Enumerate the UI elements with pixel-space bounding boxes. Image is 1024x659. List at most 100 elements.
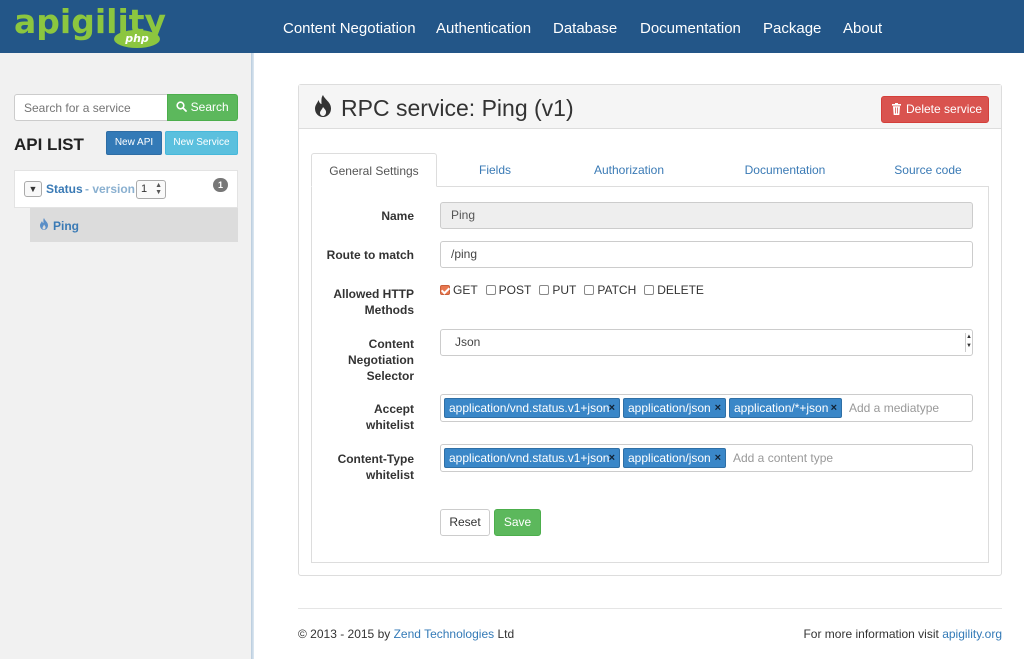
remove-tag-icon[interactable]: × [609, 449, 615, 467]
tag-label: application/json [628, 451, 711, 465]
remove-tag-icon[interactable]: × [831, 399, 837, 417]
tabs: General Settings Fields Authorization Do… [311, 153, 989, 563]
remove-tag-icon[interactable]: × [715, 449, 721, 467]
version-select[interactable]: 1 ▲ ▼ [136, 180, 166, 199]
tag-label: application/vnd.status.v1+json [449, 451, 610, 465]
sidebar: Search API LIST New API New Service ▼ St… [0, 53, 254, 659]
tab-general-settings[interactable]: General Settings [311, 153, 437, 187]
post-label: POST [498, 283, 532, 297]
apigility-logo[interactable]: apigility php [14, 2, 166, 50]
select-arrows-icon: ▲ ▼ [965, 333, 972, 352]
api-name[interactable]: Status [46, 182, 83, 196]
post-checkbox[interactable] [485, 285, 496, 295]
content-type-tag: application/vnd.status.v1+json × [444, 448, 620, 468]
nav-about[interactable]: About [843, 0, 882, 53]
accept-label-line2: whitelist [365, 418, 414, 432]
put-checkbox[interactable] [539, 285, 550, 295]
select-arrows-icon: ▲ ▼ [155, 182, 162, 196]
tag-label: application/json [628, 401, 711, 415]
copyright-suffix: Ltd [497, 627, 515, 641]
save-button[interactable]: Save [494, 509, 541, 536]
new-service-button[interactable]: New Service [165, 131, 238, 155]
tab-authorization[interactable]: Authorization [559, 153, 699, 187]
tab-source-code[interactable]: Source code [879, 153, 977, 187]
service-name: Ping [53, 219, 79, 233]
remove-tag-icon[interactable]: × [715, 399, 721, 417]
accept-label-line1: Accept [373, 402, 414, 416]
tab-documentation[interactable]: Documentation [711, 153, 859, 187]
top-navbar: apigility php Content Negotiation Authen… [0, 0, 1024, 53]
selector-label-line1: Content [368, 337, 414, 351]
content-type-label-line2: whitelist [365, 468, 414, 482]
reset-button[interactable]: Reset [440, 509, 490, 536]
footer-divider [298, 608, 1002, 609]
delete-checkbox[interactable] [644, 285, 655, 295]
accept-whitelist-input[interactable]: application/vnd.status.v1+json × applica… [440, 394, 973, 422]
api-list-title: API LIST [14, 135, 84, 154]
search-icon [176, 101, 188, 112]
search-button-label: Search [190, 100, 229, 114]
methods-label-line2: Methods [364, 303, 414, 317]
panel-header: RPC service: Ping (v1) Delete service [299, 85, 1001, 129]
api-version-label: - version [85, 182, 136, 196]
search-button[interactable]: Search [167, 94, 238, 121]
general-settings-form: Name Ping Route to match /ping Allowed H… [311, 186, 989, 563]
selector-label: Content Negotiation Selector [348, 336, 414, 384]
methods-label-line1: Allowed HTTP [333, 287, 414, 301]
accept-label: Accept whitelist [366, 401, 414, 433]
get-label: GET [453, 283, 478, 297]
fire-icon [315, 95, 331, 117]
methods-label: Allowed HTTP Methods [333, 286, 414, 318]
nav-package[interactable]: Package [763, 0, 821, 53]
delete-button-label: Delete service [906, 102, 983, 116]
content-type-label: Content-Type whitelist [338, 451, 414, 483]
delete-service-button[interactable]: Delete service [881, 96, 989, 123]
search-service-input[interactable] [14, 94, 168, 121]
remove-tag-icon[interactable]: × [609, 399, 615, 417]
patch-label: PATCH [597, 283, 637, 297]
put-label: PUT [552, 283, 577, 297]
name-field: Ping [440, 202, 973, 229]
version-select-value: 1 [141, 183, 148, 195]
http-methods: GET POST PUT PATCH DELETE [440, 283, 712, 299]
route-field[interactable]: /ping [440, 241, 973, 268]
logo-badge: php [114, 30, 160, 48]
service-panel: RPC service: Ping (v1) Delete service Ge… [298, 84, 1002, 576]
accept-placeholder: Add a mediatype [849, 401, 940, 415]
api-list-item: ▼ Status - version 1 ▲ ▼ 1 [14, 170, 238, 208]
nav-content-negotiation[interactable]: Content Negotiation [283, 0, 416, 53]
new-api-button[interactable]: New API [106, 131, 162, 155]
footer-info: For more information visit apigility.org [803, 627, 1002, 641]
info-text: For more information visit [803, 627, 939, 641]
tab-fields[interactable]: Fields [441, 153, 549, 187]
service-list-item-ping[interactable]: Ping [30, 208, 238, 242]
nav-authentication[interactable]: Authentication [436, 0, 531, 53]
nav-database[interactable]: Database [553, 0, 617, 53]
selector-select[interactable]: Json ▲ ▼ [440, 329, 973, 356]
content-type-label-line1: Content-Type [337, 452, 414, 466]
zend-link[interactable]: Zend Technologies [394, 627, 495, 641]
footer-copyright: © 2013 - 2015 by Zend Technologies Ltd [298, 627, 514, 641]
fire-icon [40, 218, 48, 230]
content-type-whitelist-input[interactable]: application/vnd.status.v1+json × applica… [440, 444, 973, 472]
copyright-text: © 2013 - 2015 by [298, 627, 391, 641]
get-checkbox[interactable] [440, 285, 450, 295]
service-count-badge: 1 [213, 178, 228, 192]
selector-label-line3: Selector [366, 369, 414, 383]
selector-label-line2: Negotiation [348, 353, 414, 367]
name-label: Name [381, 209, 414, 223]
chevron-down-icon[interactable]: ▼ [24, 181, 42, 197]
delete-label: DELETE [657, 283, 704, 297]
content-type-placeholder: Add a content type [733, 451, 834, 465]
accept-tag: application/*+json × [729, 398, 842, 418]
nav-documentation[interactable]: Documentation [640, 0, 741, 53]
accept-tag: application/json × [623, 398, 726, 418]
content-type-tag: application/json × [623, 448, 726, 468]
patch-checkbox[interactable] [584, 285, 595, 295]
route-label: Route to match [326, 248, 414, 262]
accept-tag: application/vnd.status.v1+json × [444, 398, 620, 418]
tag-label: application/*+json [734, 401, 829, 415]
apigility-site-link[interactable]: apigility.org [942, 627, 1002, 641]
trash-icon [892, 103, 901, 115]
selector-value: Json [455, 335, 481, 349]
